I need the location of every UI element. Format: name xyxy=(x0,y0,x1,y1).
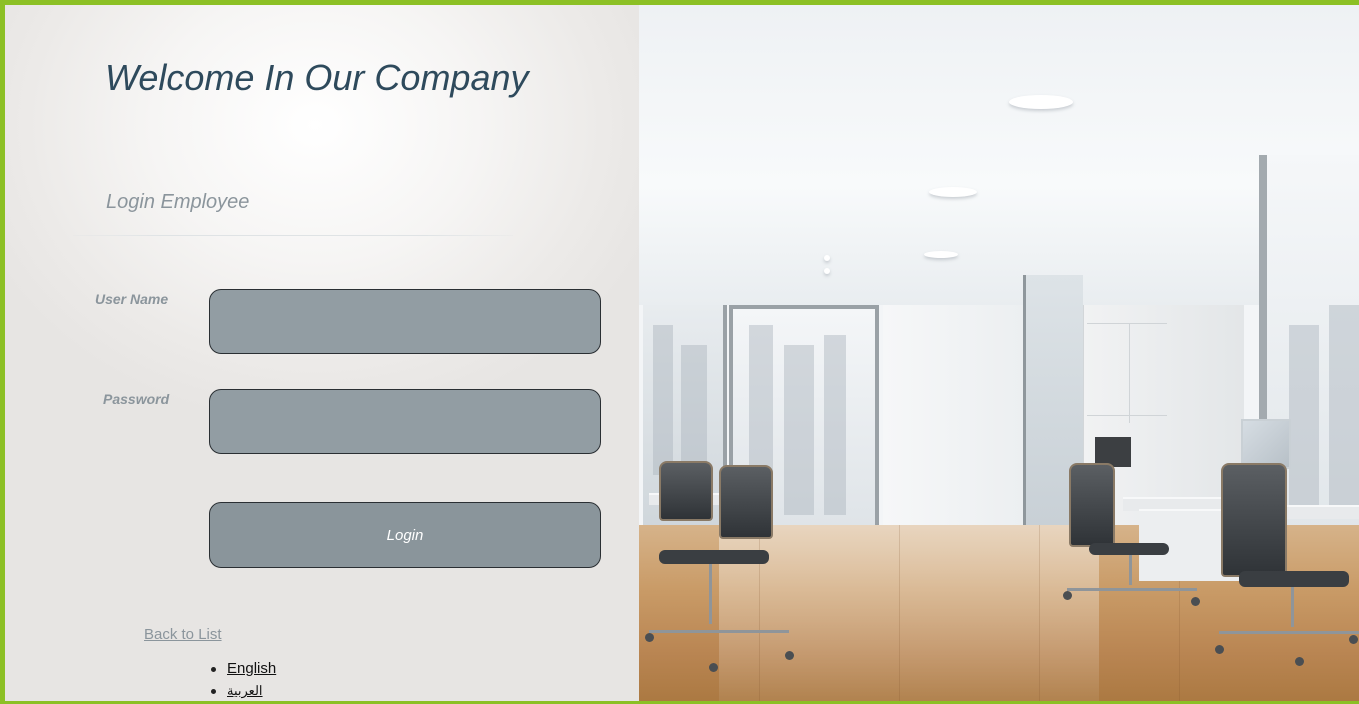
language-link-english[interactable]: English xyxy=(227,660,276,677)
cabinet-edge xyxy=(1087,415,1167,416)
office-chair xyxy=(1069,463,1115,547)
chair-wheel xyxy=(1191,597,1200,606)
office-chair-stem xyxy=(1129,555,1132,585)
language-item-arabic: العربية xyxy=(211,680,276,701)
building-silhouette xyxy=(1329,305,1359,505)
language-link-arabic[interactable]: العربية xyxy=(227,683,263,698)
floor-reflection xyxy=(719,525,1099,701)
chair-wheel xyxy=(785,651,794,660)
office-chair-seat xyxy=(659,550,769,564)
back-to-list-link[interactable]: Back to List xyxy=(144,626,222,643)
office-chair-stem xyxy=(1291,587,1294,627)
ceiling-light xyxy=(1009,95,1073,109)
page-frame: Welcome In Our Company Login Employee Us… xyxy=(0,0,1359,704)
login-button[interactable]: Login xyxy=(209,502,601,568)
page-title: Welcome In Our Company xyxy=(105,57,529,98)
bullet-icon xyxy=(211,667,216,672)
chair-wheel xyxy=(1349,635,1358,644)
office-ceiling xyxy=(639,5,1359,305)
cabinet-edge xyxy=(1129,323,1130,423)
floor-plank xyxy=(899,525,900,701)
office-chair-base xyxy=(1067,588,1197,591)
office-chair-base xyxy=(1219,631,1359,634)
ceiling-light xyxy=(824,268,830,274)
username-label: User Name xyxy=(95,291,169,307)
chair-wheel xyxy=(1295,657,1304,666)
building-silhouette xyxy=(784,345,814,515)
chair-wheel xyxy=(709,663,718,672)
username-input[interactable] xyxy=(209,289,601,354)
building-silhouette xyxy=(1289,325,1319,505)
language-item-english: English xyxy=(211,658,276,680)
office-background-image xyxy=(639,5,1359,701)
office-chair xyxy=(719,465,773,539)
chair-wheel xyxy=(645,633,654,642)
chair-wheel xyxy=(1063,591,1072,600)
office-chair-base xyxy=(649,630,789,633)
floor-plank xyxy=(1039,525,1040,701)
office-chair-stem xyxy=(709,564,712,624)
office-chair-seat xyxy=(1239,571,1349,587)
office-chair-seat xyxy=(1089,543,1169,555)
chair-wheel xyxy=(1215,645,1224,654)
building-silhouette xyxy=(653,325,673,475)
cabinet-edge xyxy=(1087,323,1167,324)
language-list: English العربية xyxy=(211,658,276,701)
ceiling-light xyxy=(924,251,958,258)
computer-monitor xyxy=(1241,419,1291,469)
ceiling-light xyxy=(824,255,830,261)
office-chair xyxy=(659,461,713,521)
login-panel: Welcome In Our Company Login Employee Us… xyxy=(5,5,639,701)
office-chair xyxy=(1221,463,1287,577)
ceiling-light xyxy=(929,187,977,197)
building-silhouette xyxy=(824,335,846,515)
divider xyxy=(73,235,513,236)
office-wall xyxy=(883,305,1023,530)
password-label: Password xyxy=(103,391,170,407)
password-input[interactable] xyxy=(209,389,601,454)
bullet-icon xyxy=(211,689,216,694)
login-subtitle: Login Employee xyxy=(106,191,250,213)
building-silhouette xyxy=(681,345,707,475)
